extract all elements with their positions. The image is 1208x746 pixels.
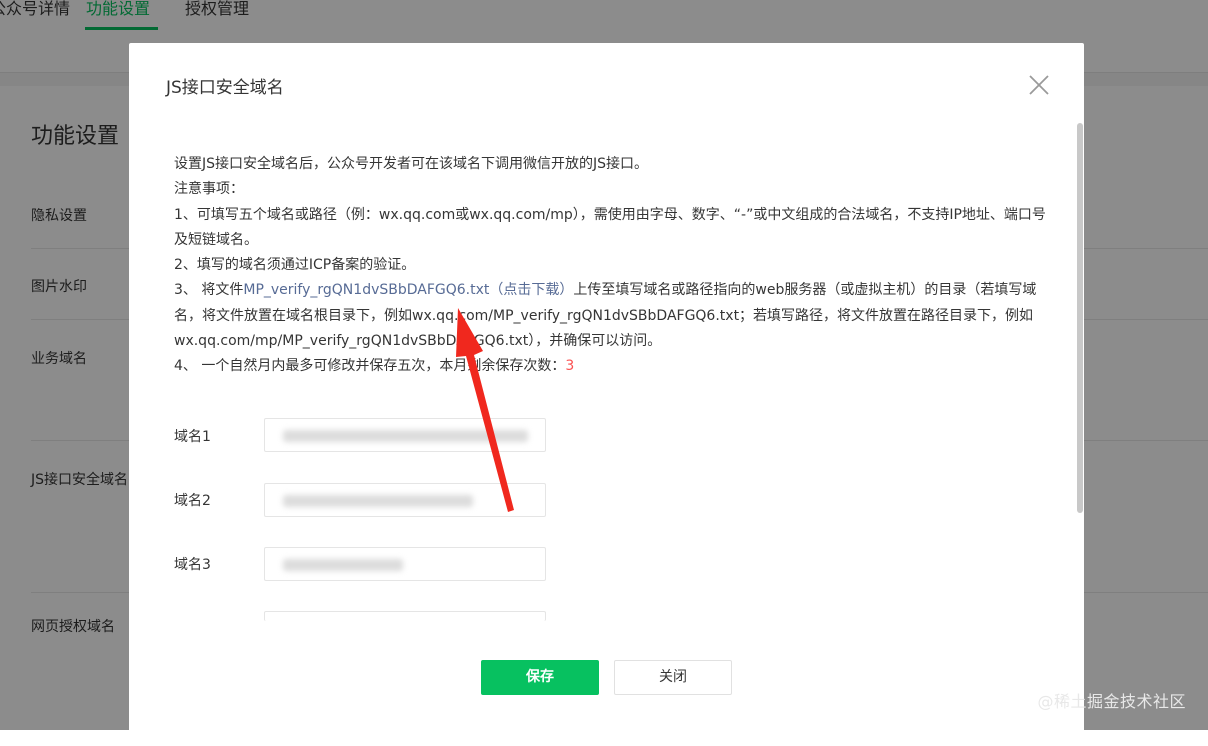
domain-3-input[interactable]: [264, 547, 546, 581]
note-item-2: 2、填写的域名须通过ICP备案的验证。: [174, 257, 416, 274]
domain-1-label: 域名1: [174, 429, 211, 445]
domain-3-label: 域名3: [174, 557, 211, 573]
notes-intro: 设置JS接口安全域名后，公众号开发者可在该域名下调用微信开放的JS接口。: [174, 156, 649, 172]
redacted-value: [283, 430, 528, 442]
remaining-saves-count: 3: [565, 358, 575, 375]
redacted-value: [283, 559, 403, 571]
watermark: @稀土掘金技术社区: [1037, 692, 1186, 711]
note-item-3-prefix: 3、 将文件: [174, 282, 244, 299]
domain-2-label: 域名2: [174, 493, 211, 509]
domain-2-input[interactable]: [264, 483, 546, 517]
scrollbar[interactable]: [1077, 123, 1083, 513]
note-item-4-text: 4、 一个自然月内最多可修改并保存五次，本月剩余保存次数：: [174, 358, 566, 375]
note-item-4: 4、 一个自然月内最多可修改并保存五次，本月剩余保存次数：3: [174, 354, 1054, 379]
note-item-3: 3、 将文件MP_verify_rgQN1dvSBbDAFGQ6.txt（点击下…: [174, 278, 1054, 354]
notes-heading: 注意事项：: [174, 181, 244, 198]
domain-4-input[interactable]: [264, 611, 546, 621]
js-domain-dialog: JS接口安全域名 设置JS接口安全域名后，公众号开发者可在该域名下调用微信开放的…: [129, 43, 1084, 743]
close-icon[interactable]: [1027, 73, 1051, 97]
close-button[interactable]: 关闭: [614, 660, 732, 695]
note-item-1: 1、可填写五个域名或路径（例：wx.qq.com或wx.qq.com/mp），需…: [174, 206, 1046, 248]
download-verify-file-link[interactable]: MP_verify_rgQN1dvSBbDAFGQ6.txt（点击下载）: [243, 282, 573, 298]
notes-section: 设置JS接口安全域名后，公众号开发者可在该域名下调用微信开放的JS接口。 注意事…: [174, 152, 1054, 380]
dialog-title: JS接口安全域名: [166, 78, 284, 98]
save-button[interactable]: 保存: [481, 660, 599, 695]
domain-1-input[interactable]: [264, 418, 546, 452]
redacted-value: [283, 495, 473, 507]
